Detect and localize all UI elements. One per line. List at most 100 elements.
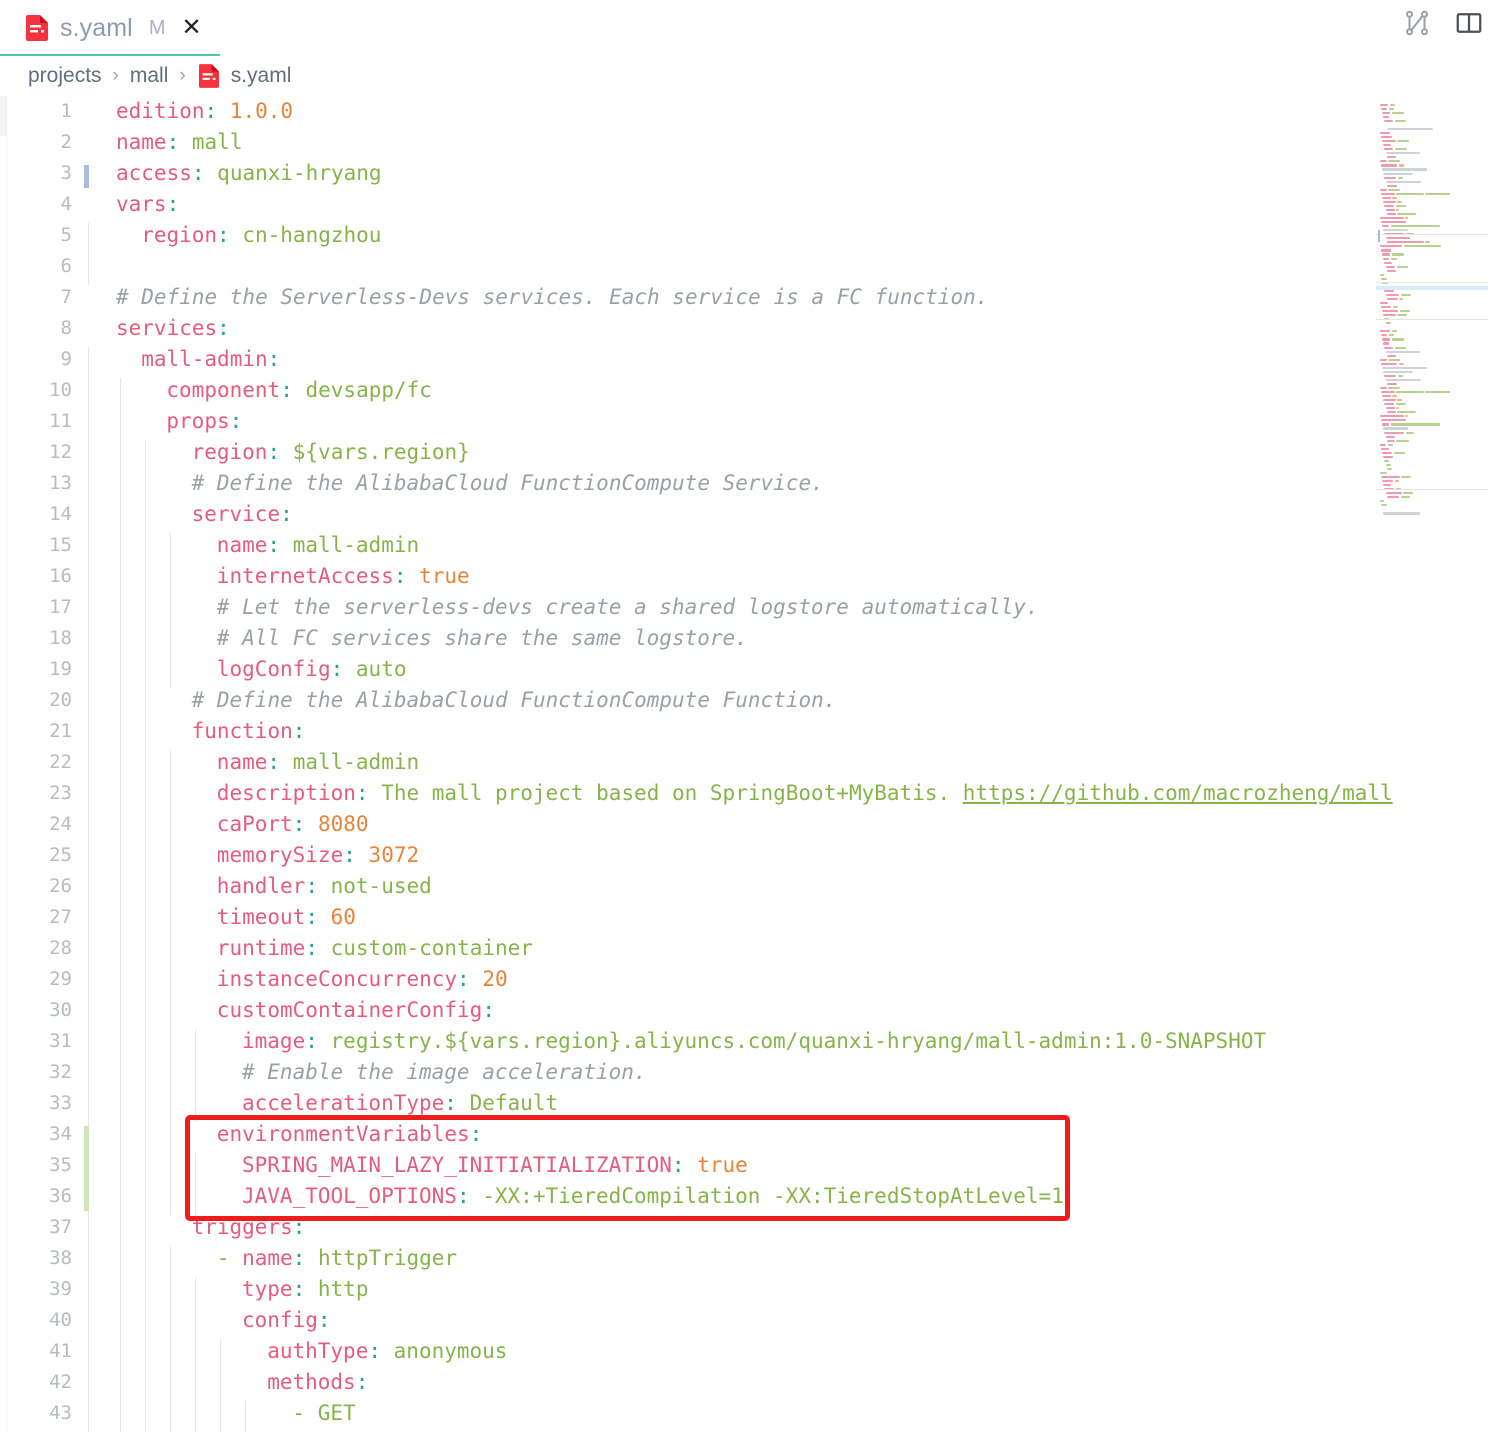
code-line[interactable]: 5 region: cn-hangzhou bbox=[0, 220, 1500, 251]
code-token-t bbox=[406, 564, 419, 588]
code-line[interactable]: 9 mall-admin: bbox=[0, 344, 1500, 375]
code-line[interactable]: 2 name: mall bbox=[0, 127, 1500, 158]
code-token-k: JAVA_TOOL_OPTIONS bbox=[242, 1184, 457, 1208]
code-editor[interactable]: 1 edition: 1.0.0 2 name: mall 3 access: quanx… bbox=[0, 96, 1500, 1433]
code-token-colon: : bbox=[330, 657, 344, 681]
code-line-text: methods: bbox=[267, 1367, 368, 1398]
code-token-colon: : bbox=[355, 1370, 369, 1394]
code-line[interactable]: 1 edition: 1.0.0 bbox=[0, 96, 1500, 127]
code-token-n: 20 bbox=[482, 967, 508, 991]
code-token-colon: : bbox=[305, 874, 318, 898]
code-line[interactable]: 35 SPRING_MAIN_LAZY_INITIATIALIZATION: tr… bbox=[0, 1150, 1500, 1181]
code-token-colon: : bbox=[267, 440, 281, 464]
line-number: 24 bbox=[49, 813, 72, 835]
breadcrumb-segment-mall[interactable]: mall bbox=[130, 64, 169, 88]
code-line[interactable]: 21 function: bbox=[0, 716, 1500, 747]
code-lines[interactable]: 1 edition: 1.0.0 2 name: mall 3 access: quanx… bbox=[0, 96, 1500, 1429]
yaml-file-icon bbox=[198, 64, 219, 88]
code-line[interactable]: 3 access: quanxi-hryang bbox=[0, 158, 1500, 189]
code-line[interactable]: 42 methods: bbox=[0, 1367, 1500, 1398]
code-token-k: authType bbox=[267, 1339, 369, 1363]
code-line[interactable]: 25 memorySize: 3072 bbox=[0, 840, 1500, 871]
code-line[interactable]: 41 authType: anonymous bbox=[0, 1336, 1500, 1367]
line-number: 26 bbox=[49, 875, 72, 897]
code-line[interactable]: 43 - GET bbox=[0, 1398, 1500, 1429]
code-token-colon: : bbox=[305, 1029, 318, 1053]
code-line[interactable]: 19 logConfig: auto bbox=[0, 654, 1500, 685]
code-line[interactable]: 36 JAVA_TOOL_OPTIONS: -XX:+TieredCompilat… bbox=[0, 1181, 1500, 1212]
code-line[interactable]: 34 environmentVariables: bbox=[0, 1119, 1500, 1150]
split-swap-icon[interactable] bbox=[1402, 8, 1432, 43]
code-line[interactable]: 26 handler: not-used bbox=[0, 871, 1500, 902]
code-line[interactable]: 22 name: mall-admin bbox=[0, 747, 1500, 778]
code-line[interactable]: 38 - name: httpTrigger bbox=[0, 1243, 1500, 1274]
code-line[interactable]: 4 vars: bbox=[0, 189, 1500, 220]
code-line-text: environmentVariables: bbox=[217, 1119, 483, 1150]
code-line-text: SPRING_MAIN_LAZY_INITIATIALIZATION: true bbox=[242, 1150, 748, 1181]
code-line[interactable]: 20 # Define the AlibabaCloud FunctionComp… bbox=[0, 685, 1500, 716]
code-line[interactable]: 24 caPort: 8080 bbox=[0, 809, 1500, 840]
code-minimap[interactable] bbox=[1376, 96, 1488, 516]
code-line[interactable]: 14 service: bbox=[0, 499, 1500, 530]
code-line[interactable]: 40 config: bbox=[0, 1305, 1500, 1336]
line-number: 34 bbox=[49, 1123, 72, 1145]
code-line[interactable]: 29 instanceConcurrency: 20 bbox=[0, 964, 1500, 995]
code-line[interactable]: 28 runtime: custom-container bbox=[0, 933, 1500, 964]
code-token-colon: : bbox=[469, 1122, 483, 1146]
minimap-segment bbox=[1383, 512, 1421, 515]
code-line[interactable]: 31 image: registry.${vars.region}.aliyunc… bbox=[0, 1026, 1500, 1057]
code-token-k: caPort bbox=[216, 812, 293, 836]
line-number: 5 bbox=[60, 224, 72, 246]
code-line-text: handler: not-used bbox=[217, 871, 432, 902]
code-line-text: type: http bbox=[242, 1274, 368, 1305]
code-line-text: config: bbox=[242, 1305, 331, 1336]
code-line[interactable]: 11 props: bbox=[0, 406, 1500, 437]
code-line-text: JAVA_TOOL_OPTIONS: -XX:+TieredCompilatio… bbox=[242, 1181, 1064, 1212]
code-token-k: customContainerConfig bbox=[216, 998, 483, 1022]
code-token-t bbox=[280, 440, 293, 464]
close-icon[interactable]: ✕ bbox=[182, 16, 202, 40]
code-token-t bbox=[369, 781, 382, 805]
code-line[interactable]: 15 name: mall-admin bbox=[0, 530, 1500, 561]
code-token-t bbox=[280, 750, 293, 774]
code-line[interactable]: 17 # Let the serverless-devs create a sha… bbox=[0, 592, 1500, 623]
code-line[interactable]: 7 # Define the Serverless-Devs services. … bbox=[0, 282, 1500, 313]
code-line-text: # Define the AlibabaCloud FunctionComput… bbox=[192, 468, 824, 499]
code-token-k: service bbox=[191, 502, 281, 526]
code-line[interactable]: 13 # Define the AlibabaCloud FunctionComp… bbox=[0, 468, 1500, 499]
code-token-c: # Define the Serverless-Devs services. E… bbox=[116, 285, 989, 309]
line-number: 32 bbox=[49, 1061, 72, 1083]
code-line-text: # All FC services share the same logstor… bbox=[217, 623, 748, 654]
breadcrumb-segment-projects[interactable]: projects bbox=[28, 64, 102, 88]
code-token-t bbox=[470, 1184, 483, 1208]
code-token-k: function bbox=[191, 719, 293, 743]
code-line[interactable]: 33 accelerationType: Default bbox=[0, 1088, 1500, 1119]
split-editor-icon[interactable] bbox=[1454, 8, 1484, 43]
code-token-k: environmentVariables bbox=[216, 1122, 470, 1146]
breadcrumb-file-name[interactable]: s.yaml bbox=[231, 64, 292, 88]
code-token-colon: : bbox=[191, 161, 205, 185]
code-token-k: handler bbox=[216, 874, 306, 898]
code-line[interactable]: 16 internetAccess: true bbox=[0, 561, 1500, 592]
code-line[interactable]: 27 timeout: 60 bbox=[0, 902, 1500, 933]
code-line[interactable]: 18 # All FC services share the same logst… bbox=[0, 623, 1500, 654]
editor-tab-s-yaml[interactable]: s.yaml M ✕ bbox=[0, 0, 220, 56]
editor-tab-label: s.yaml bbox=[60, 13, 133, 42]
code-line[interactable]: 32 # Enable the image acceleration. bbox=[0, 1057, 1500, 1088]
code-line[interactable]: 39 type: http bbox=[0, 1274, 1500, 1305]
code-token-colon: : bbox=[305, 905, 318, 929]
code-token-t bbox=[457, 1091, 470, 1115]
code-token-s: httpTrigger bbox=[317, 1246, 458, 1270]
code-line[interactable]: 37 triggers: bbox=[0, 1212, 1500, 1243]
code-line[interactable]: 30 customContainerConfig: bbox=[0, 995, 1500, 1026]
code-line[interactable]: 23 description: The mall project based on… bbox=[0, 778, 1500, 809]
code-token-k: name bbox=[116, 130, 167, 154]
code-line-text: description: The mall project based on S… bbox=[217, 778, 1393, 809]
code-line[interactable]: 10 component: devsapp/fc bbox=[0, 375, 1500, 406]
code-line[interactable]: 8 services: bbox=[0, 313, 1500, 344]
code-line[interactable]: 6 bbox=[0, 251, 1500, 282]
code-line[interactable]: 12 region: ${vars.region} bbox=[0, 437, 1500, 468]
code-line-text: - name: httpTrigger bbox=[217, 1243, 457, 1274]
line-number: 20 bbox=[49, 689, 72, 711]
code-token-k: memorySize bbox=[216, 843, 344, 867]
